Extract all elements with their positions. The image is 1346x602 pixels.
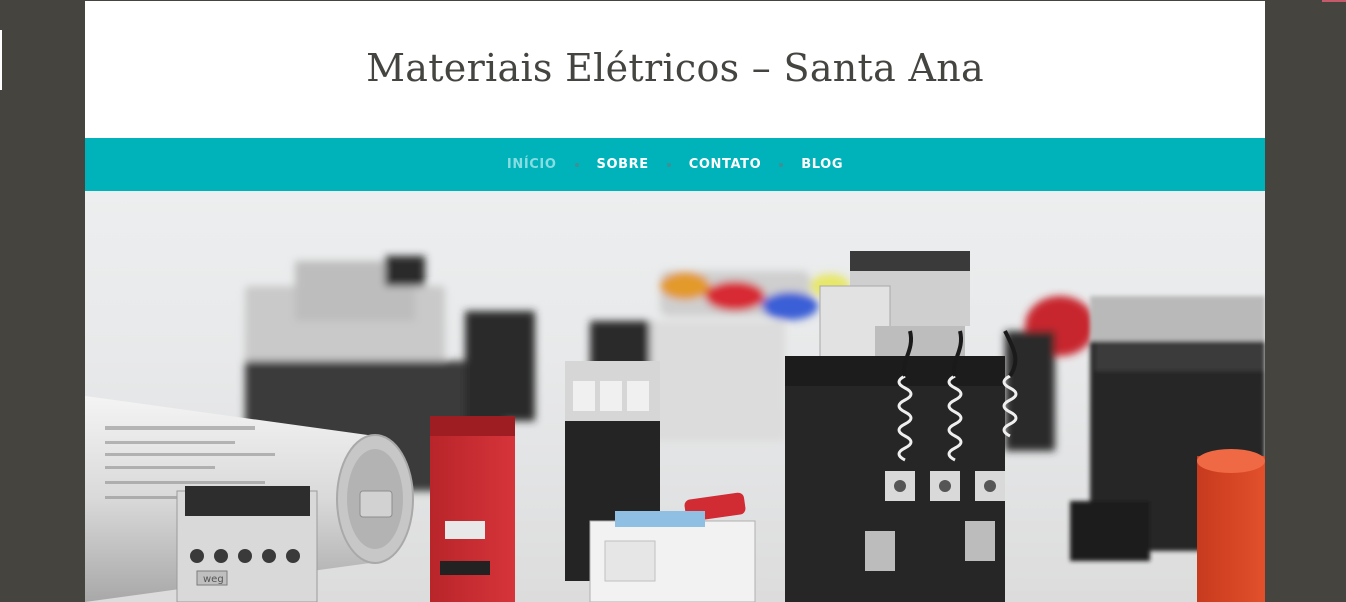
- site-header: Materiais Elétricos – Santa Ana: [85, 1, 1265, 138]
- nav-item-blog[interactable]: BLOG: [801, 157, 843, 172]
- main-navigation: INÍCIO SOBRE CONTATO BLOG: [85, 138, 1265, 191]
- nav-item-contato[interactable]: CONTATO: [689, 157, 762, 172]
- site-title[interactable]: Materiais Elétricos – Santa Ana: [366, 46, 984, 90]
- hero-electrical-components-illustration: weg: [85, 251, 1265, 602]
- page-edge-marker-right: [1322, 0, 1346, 2]
- page-container: Materiais Elétricos – Santa Ana INÍCIO S…: [85, 1, 1265, 602]
- nav-separator: [779, 162, 784, 167]
- nav-separator: [666, 162, 671, 167]
- weg-logo-text: weg: [203, 574, 224, 585]
- hero-image: weg: [85, 191, 1265, 602]
- nav-item-inicio[interactable]: INÍCIO: [507, 157, 557, 172]
- nav-item-sobre[interactable]: SOBRE: [597, 157, 649, 172]
- page-edge-marker: [0, 30, 2, 90]
- nav-separator: [574, 162, 579, 167]
